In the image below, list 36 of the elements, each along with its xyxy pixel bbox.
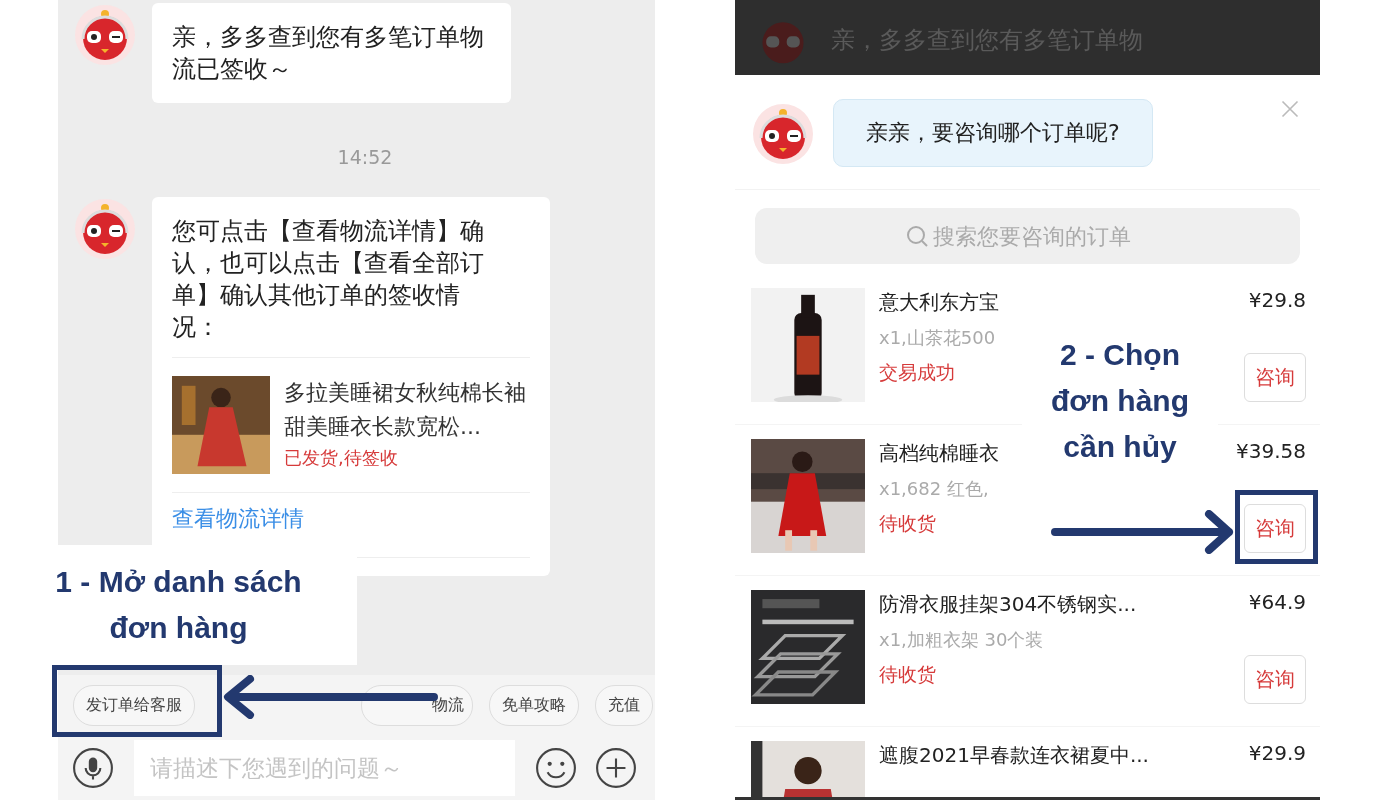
search-field[interactable]: 搜索您要咨询的订单: [755, 208, 1300, 264]
avatar-icon: [753, 104, 813, 164]
price: ¥29.9: [1248, 741, 1306, 765]
timestamp: 14:52: [337, 145, 393, 169]
quick-reply-chip[interactable]: 发订单给客服: [73, 685, 195, 726]
order-status: 待收货: [879, 662, 936, 687]
product-title: 多拉美睡裙女秋纯棉长袖甜美睡衣长款宽松...: [284, 379, 527, 441]
consult-button[interactable]: 咨询: [1244, 504, 1306, 553]
order-status: 待收货: [879, 511, 936, 536]
message-text: 您可点击【查看物流详情】确认，也可以点击【查看全部订单】确认其他订单的签收情况：: [172, 216, 485, 343]
consult-button[interactable]: 咨询: [1244, 353, 1306, 402]
price: ¥39.58: [1236, 439, 1306, 463]
avatar-icon: [75, 5, 135, 65]
prompt-bubble: 亲亲，要咨询哪个订单呢?: [833, 99, 1153, 167]
order-status: 交易成功: [879, 360, 955, 385]
consult-button[interactable]: 咨询: [1244, 655, 1306, 704]
product-variant: x1,682 红色,: [879, 477, 989, 501]
annotation-text: 2 - Chọn đơn hàng cần hủy: [1050, 336, 1190, 465]
product-title: 防滑衣服挂架304不锈钢实...: [879, 591, 1137, 618]
microphone-icon[interactable]: [72, 747, 114, 789]
message-input[interactable]: 请描述下您遇到的问题～: [134, 740, 515, 796]
price: ¥64.9: [1248, 590, 1306, 614]
product-variant: x1,加粗衣架 30个装: [879, 628, 1044, 652]
product-title: 遮腹2021早春款连衣裙夏中...: [879, 742, 1149, 769]
product-title: 高档纯棉睡衣: [879, 440, 999, 467]
product-title: 意大利东方宝: [879, 289, 999, 316]
message-text: 亲，多多查到您有多笔订单物流已签收～: [172, 22, 485, 85]
product-variant: x1,山茶花500: [879, 326, 996, 350]
annotation-text: 1 - Mở danh sách đơn hàng: [54, 564, 303, 646]
order-status: 已发货,待签收: [284, 446, 399, 470]
quick-reply-chip[interactable]: 免单攻略: [489, 685, 579, 726]
plus-icon[interactable]: [595, 747, 637, 789]
emoji-icon[interactable]: [535, 747, 577, 789]
price: ¥29.8: [1248, 288, 1306, 312]
avatar-icon: [75, 199, 135, 259]
quick-reply-chip[interactable]: 充值: [595, 685, 653, 726]
